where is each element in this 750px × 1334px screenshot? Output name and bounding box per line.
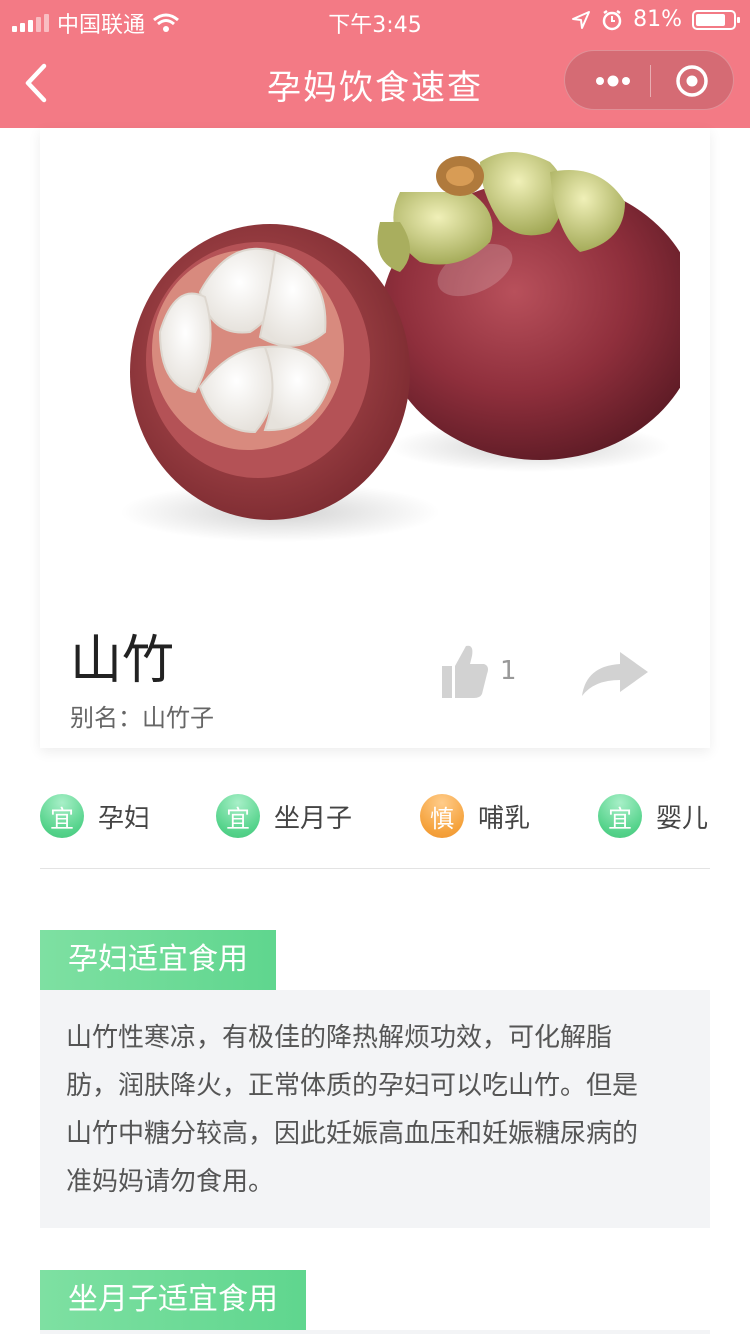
tag-badge: 宜	[40, 794, 84, 838]
tag-pregnant: 宜 孕妇	[40, 794, 150, 838]
suitability-tags: 宜 孕妇 宜 坐月子 慎 哺乳 宜 婴儿	[40, 794, 710, 844]
body-line: 山竹中糖分较高，因此妊娠高血压和妊娠糖尿病的	[66, 1119, 639, 1149]
section-title-pregnant: 孕妇适宜食用	[40, 930, 276, 990]
section-body-postpartum	[40, 1330, 710, 1334]
body-line: 肪，润肤降火，正常体质的孕妇可以吃山竹。但是	[66, 1071, 639, 1101]
like-count: 1	[500, 656, 517, 686]
status-right: 81%	[571, 7, 740, 32]
share-arrow-icon[interactable]	[580, 648, 650, 698]
battery-icon	[692, 9, 740, 30]
food-card: 山竹 别名：山竹子 1	[40, 128, 710, 748]
tag-breastfeeding: 慎 哺乳	[420, 794, 530, 838]
section-title-postpartum: 坐月子适宜食用	[40, 1270, 306, 1330]
battery-percent: 81%	[633, 7, 682, 32]
thumbs-up-icon[interactable]	[440, 642, 490, 700]
body-line: 山竹性寒凉，有极佳的降热解烦功效，可化解脂	[66, 1023, 613, 1053]
tag-label: 坐月子	[274, 803, 353, 834]
nav-bar: 孕妈饮食速查	[0, 40, 750, 128]
tag-label: 婴儿	[656, 803, 709, 834]
status-bar: 中国联通 下午3:45 81%	[0, 0, 750, 40]
food-name: 山竹	[70, 631, 175, 691]
alarm-icon	[602, 9, 622, 30]
body-line: 准妈妈请勿食用。	[66, 1167, 275, 1197]
food-alias: 别名：山竹子	[70, 698, 214, 733]
tag-badge: 慎	[420, 794, 464, 838]
tag-infant: 宜 婴儿	[598, 794, 708, 838]
tag-label: 孕妇	[98, 803, 151, 834]
location-icon	[572, 10, 591, 29]
tag-badge: 宜	[598, 794, 642, 838]
capsule-divider	[650, 65, 651, 97]
tag-badge: 宜	[216, 794, 260, 838]
mangosteen-image	[120, 152, 680, 542]
target-icon[interactable]	[675, 64, 709, 98]
more-dots-icon[interactable]	[593, 71, 633, 91]
mini-program-capsule	[564, 50, 734, 110]
alias-value: 山竹子	[142, 704, 214, 732]
tag-postpartum: 宜 坐月子	[216, 794, 352, 838]
alias-label: 别名：	[70, 704, 142, 732]
tag-label: 哺乳	[478, 803, 531, 834]
section-body-pregnant: 山竹性寒凉，有极佳的降热解烦功效，可化解脂 肪，润肤降火，正常体质的孕妇可以吃山…	[40, 990, 710, 1228]
divider	[40, 868, 710, 869]
